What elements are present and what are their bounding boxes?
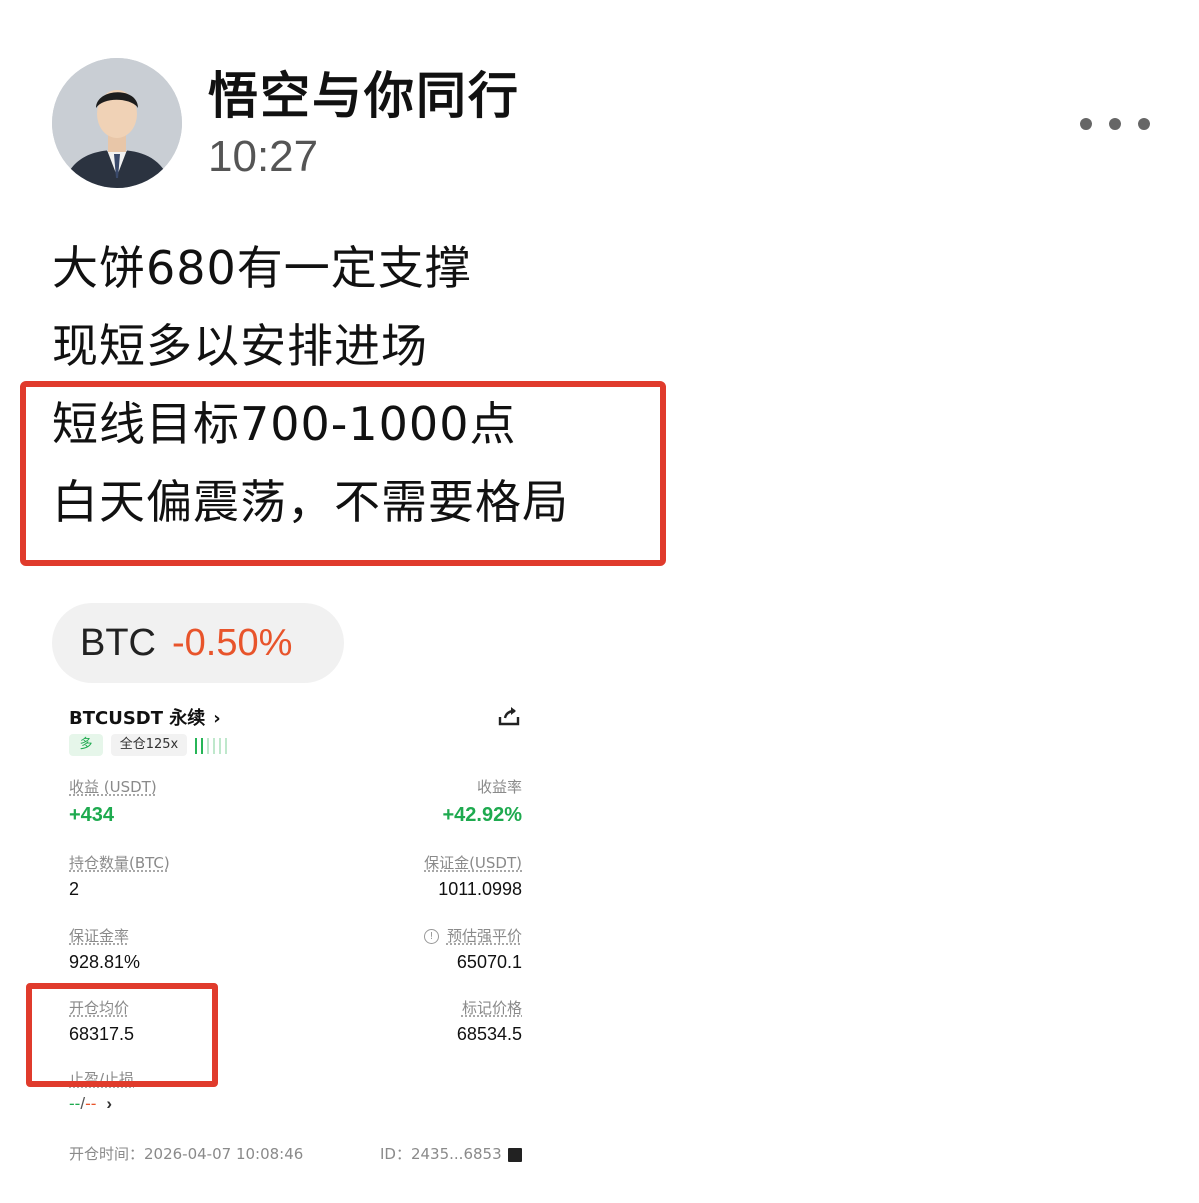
pnl-value: +434 [69, 804, 115, 826]
entry-highlight-box [26, 983, 218, 1087]
pnl-label[interactable]: 收益 (USDT) [69, 776, 157, 797]
copy-icon[interactable] [507, 1147, 522, 1162]
mark-value: 68534.5 [456, 1024, 522, 1044]
ticker-change: -0.50% [172, 621, 293, 664]
post-line-2: 现短多以安排进场 [52, 319, 428, 373]
sl-value: -- [85, 1094, 97, 1113]
margin-value: 1011.0998 [438, 879, 522, 899]
liq-label: 预估强平价 [446, 927, 522, 945]
author-name[interactable]: 悟空与你同行 [208, 56, 520, 128]
post-time: 10:27 [208, 132, 319, 181]
more-options-button[interactable] [1080, 112, 1150, 136]
mark-label[interactable]: 标记价格 [462, 997, 522, 1018]
share-icon[interactable] [497, 705, 521, 727]
more-icon [1080, 118, 1092, 130]
position-title[interactable]: BTCUSDT 永续 › [69, 704, 221, 730]
post-line-1: 大饼680有一定支撑 [52, 241, 472, 295]
roe-label: 收益率 [476, 778, 522, 796]
qty-value: 2 [69, 879, 80, 899]
author-avatar[interactable] [52, 58, 182, 188]
liq-value: 65070.1 [456, 952, 522, 972]
qty-label[interactable]: 持仓数量(BTC) [69, 852, 170, 873]
avatar-image [52, 58, 182, 188]
chevron-right-icon: › [213, 708, 221, 729]
tpsl-value[interactable]: --/-- › [69, 1094, 112, 1114]
roe-value: +42.92% [442, 804, 522, 826]
chevron-right-icon: › [106, 1094, 113, 1113]
margin-label[interactable]: 保证金(USDT) [424, 852, 522, 873]
info-icon: ! [423, 929, 439, 944]
open-time: 开仓时间：2026-04-07 10:08:46 [69, 1145, 304, 1163]
margin-ratio-label[interactable]: 保证金率 [69, 925, 129, 946]
side-tag: 多 [69, 734, 103, 756]
ticker-pill[interactable]: BTC -0.50% [52, 603, 344, 683]
position-symbol: BTCUSDT 永续 [69, 708, 206, 729]
leverage-tag: 全仓125x [111, 734, 187, 756]
position-id: ID：2435...6853 [380, 1145, 502, 1163]
ticker-symbol: BTC [80, 621, 156, 664]
liq-price-row[interactable]: ! 预估强平价 [423, 925, 522, 946]
tp-value: -- [69, 1094, 81, 1113]
margin-ratio-value: 928.81% [69, 952, 141, 972]
post-highlight-box [20, 381, 666, 566]
adl-indicator [195, 738, 227, 754]
position-id-row[interactable]: ID：2435...6853 [380, 1143, 522, 1164]
